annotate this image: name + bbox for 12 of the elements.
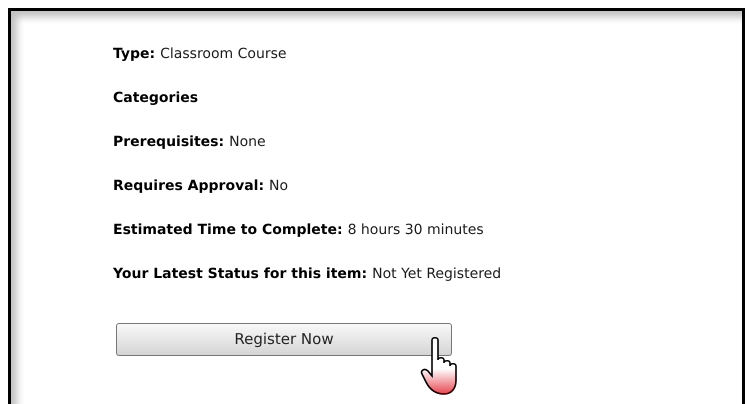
field-label: Categories	[113, 89, 198, 108]
field-label: Estimated Time to Complete:	[113, 221, 343, 240]
field-label: Your Latest Status for this item:	[113, 265, 368, 284]
field-value: Not Yet Registered	[372, 265, 502, 284]
field-label: Prerequisites:	[113, 133, 224, 152]
field-value: No	[269, 177, 288, 196]
field-value: 8 hours 30 minutes	[348, 221, 484, 240]
field-value: None	[229, 133, 266, 152]
field-label: Requires Approval:	[113, 177, 264, 196]
register-button[interactable]: Register Now	[116, 323, 452, 356]
field-label: Type:	[113, 45, 156, 64]
field-value: Classroom Course	[160, 45, 287, 64]
